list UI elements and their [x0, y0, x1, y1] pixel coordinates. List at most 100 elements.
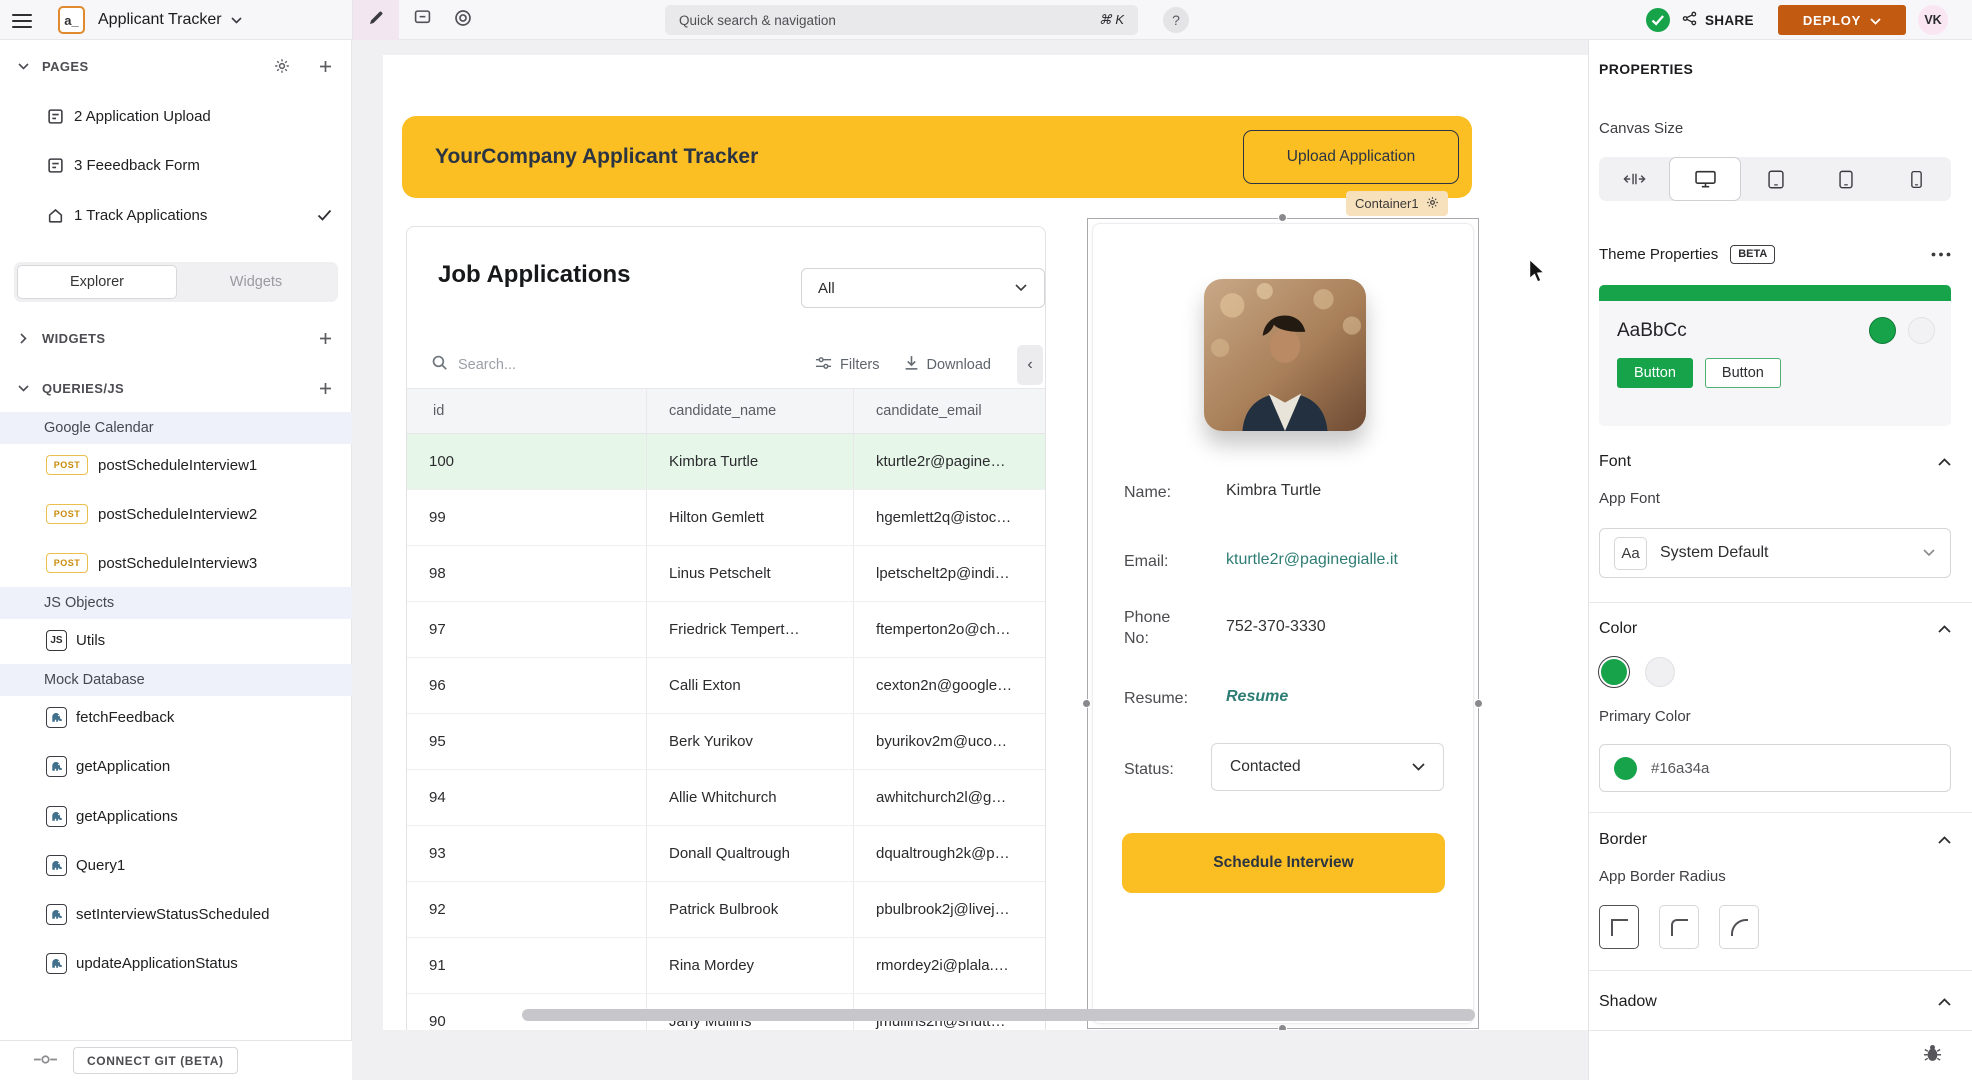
hamburger-menu-icon[interactable] [12, 10, 34, 30]
app-border-radius-label: App Border Radius [1599, 868, 1726, 885]
border-radius-none-button[interactable] [1599, 905, 1639, 949]
table-row[interactable]: 93 Donall Qualtrough dqualtrough2k@p… [407, 826, 1045, 882]
pages-section-header[interactable]: PAGES [0, 51, 352, 81]
app-page-artboard[interactable]: YourCompany Applicant Tracker Upload App… [383, 55, 1588, 1030]
table-row[interactable]: 92 Patrick Bulbrook pbulbrook2j@livej… [407, 882, 1045, 938]
group-mock-database[interactable]: Mock Database [0, 664, 352, 696]
border-section-header[interactable]: Border [1599, 826, 1951, 854]
border-radius-small-button[interactable] [1659, 905, 1699, 949]
job-applications-table-widget[interactable]: Job Applications All Search... Filters D… [406, 226, 1046, 1030]
top-bar: a_ Applicant Tracker Quick search & navi… [0, 0, 1972, 40]
download-button[interactable]: Download [904, 355, 992, 375]
canvas-size-phone-icon[interactable] [1881, 157, 1951, 201]
query-item-postscheduleinterview3[interactable]: POST postScheduleInterview3 [0, 548, 352, 578]
query-label: setInterviewStatusScheduled [76, 906, 269, 923]
query-item-updateapplicationstatus[interactable]: updateApplicationStatus [0, 948, 352, 978]
query-item-fetchfeedback[interactable]: fetchFeedback [0, 702, 352, 732]
primary-color-input[interactable]: #16a34a [1599, 744, 1951, 792]
comment-mode-button[interactable] [402, 0, 442, 40]
column-header-candidate-email[interactable]: candidate_email [853, 389, 1045, 433]
search-shortcut: ⌘ K [1099, 12, 1124, 28]
color-swatch-green[interactable] [1599, 657, 1629, 687]
upload-application-button[interactable]: Upload Application [1243, 130, 1459, 184]
sidebar-page-application-upload[interactable]: 2 Application Upload [0, 101, 352, 131]
connect-git-bar[interactable]: CONNECT GIT (BETA) [0, 1040, 352, 1080]
table-row[interactable]: 100 Kimbra Turtle kturtle2r@pagine… [407, 434, 1045, 490]
add-widget-plus-icon[interactable] [319, 332, 332, 345]
schedule-interview-button[interactable]: Schedule Interview [1122, 833, 1445, 893]
share-button[interactable]: SHARE [1682, 0, 1754, 40]
tab-explorer[interactable]: Explorer [17, 265, 177, 299]
table-row[interactable]: 98 Linus Petschelt lpetschelt2p@indi… [407, 546, 1045, 602]
quick-search-input[interactable]: Quick search & navigation ⌘ K [665, 5, 1138, 35]
app-title-menu[interactable]: Applicant Tracker [98, 0, 242, 40]
horizontal-scrollbar[interactable] [522, 1009, 1475, 1021]
widget-name-tag[interactable]: Container1 [1346, 191, 1448, 216]
font-section-header[interactable]: Font [1599, 448, 1951, 476]
phone-value: 752-370-3330 [1226, 618, 1326, 636]
resume-link[interactable]: Resume [1226, 688, 1288, 706]
debug-bug-icon[interactable] [1923, 1043, 1942, 1068]
candidate-detail-container[interactable]: Name: Kimbra Turtle Email: kturtle2r@pag… [1092, 223, 1474, 1024]
widgets-section-header[interactable]: WIDGETS [0, 323, 352, 353]
status-dropdown[interactable]: Contacted [1211, 743, 1444, 791]
theme-color-dot-light[interactable] [1908, 317, 1935, 344]
column-header-candidate-name[interactable]: candidate_name [646, 389, 853, 433]
queries-section-header[interactable]: QUERIES/JS [0, 373, 352, 403]
app-header-banner[interactable]: YourCompany Applicant Tracker Upload App… [402, 116, 1472, 198]
query-item-setinterviewstatusscheduled[interactable]: setInterviewStatusScheduled [0, 899, 352, 929]
deploy-button[interactable]: DEPLOY [1778, 5, 1906, 35]
column-header-id[interactable]: id [407, 389, 646, 433]
query-item-getapplications[interactable]: getApplications [0, 801, 352, 831]
add-page-plus-icon[interactable] [319, 60, 332, 73]
group-js-objects[interactable]: JS Objects [0, 587, 352, 619]
query-item-postscheduleinterview1[interactable]: POST postScheduleInterview1 [0, 450, 352, 480]
table-row[interactable]: 97 Friedrick Tempert… ftemperton2o@ch… [407, 602, 1045, 658]
query-item-query1[interactable]: Query1 [0, 850, 352, 880]
color-swatch-light[interactable] [1645, 657, 1675, 687]
canvas-size-desktop-icon[interactable] [1669, 157, 1741, 201]
app-font-select[interactable]: Aa System Default [1599, 528, 1951, 578]
widget-settings-gear-icon[interactable] [1426, 196, 1439, 212]
resize-handle-left[interactable] [1082, 699, 1091, 708]
sidebar-page-track-applications[interactable]: 1 Track Applications [0, 200, 352, 230]
postgres-icon [46, 756, 67, 777]
group-google-calendar[interactable]: Google Calendar [0, 412, 352, 444]
table-row[interactable]: 99 Hilton Gemlett hgemlett2q@istoc… [407, 490, 1045, 546]
canvas-size-fluid-icon[interactable] [1599, 157, 1669, 201]
canvas-area[interactable]: YourCompany Applicant Tracker Upload App… [352, 40, 1588, 1080]
page-icon [46, 108, 64, 125]
table-row[interactable]: 94 Allie Whitchurch awhitchurch2l@g… [407, 770, 1045, 826]
user-avatar[interactable]: VK [1918, 5, 1948, 35]
canvas-size-tablet-icon[interactable] [1811, 157, 1881, 201]
table-search-input[interactable]: Search... [458, 357, 516, 373]
status-value: Contacted [1230, 758, 1301, 776]
tab-widgets[interactable]: Widgets [177, 265, 335, 299]
shadow-section-header[interactable]: Shadow [1599, 988, 1951, 1016]
sidebar-page-feedback-form[interactable]: 3 Feeedback Form [0, 150, 352, 180]
resize-handle-right[interactable] [1474, 699, 1483, 708]
border-radius-large-button[interactable] [1719, 905, 1759, 949]
view-mode-button[interactable] [443, 0, 483, 40]
collapse-pane-button[interactable]: ‹ [1017, 345, 1043, 385]
table-row[interactable]: 95 Berk Yurikov byurikov2m@uco… [407, 714, 1045, 770]
edit-mode-button[interactable] [353, 0, 399, 40]
query-item-getapplication[interactable]: getApplication [0, 751, 352, 781]
filters-button[interactable]: Filters [815, 356, 879, 374]
pages-settings-gear-icon[interactable] [274, 58, 290, 74]
theme-more-menu-icon[interactable] [1931, 252, 1951, 257]
email-link[interactable]: kturtle2r@paginegialle.it [1226, 551, 1398, 569]
table-row[interactable]: 96 Calli Exton cexton2n@google… [407, 658, 1045, 714]
query-item-postscheduleinterview2[interactable]: POST postScheduleInterview2 [0, 499, 352, 529]
js-object-utils[interactable]: JS Utils [0, 625, 352, 655]
help-button[interactable]: ? [1163, 7, 1189, 33]
resize-handle-top[interactable] [1278, 213, 1287, 222]
status-filter-dropdown[interactable]: All [801, 268, 1045, 308]
chevron-up-icon [1938, 453, 1951, 471]
resize-handle-bottom[interactable] [1278, 1024, 1287, 1030]
theme-color-dot-green[interactable] [1869, 317, 1896, 344]
canvas-size-tablet-large-icon[interactable] [1741, 157, 1811, 201]
add-query-plus-icon[interactable] [319, 382, 332, 395]
color-section-header[interactable]: Color [1599, 615, 1951, 643]
table-row[interactable]: 91 Rina Mordey rmordey2i@plala.… [407, 938, 1045, 994]
